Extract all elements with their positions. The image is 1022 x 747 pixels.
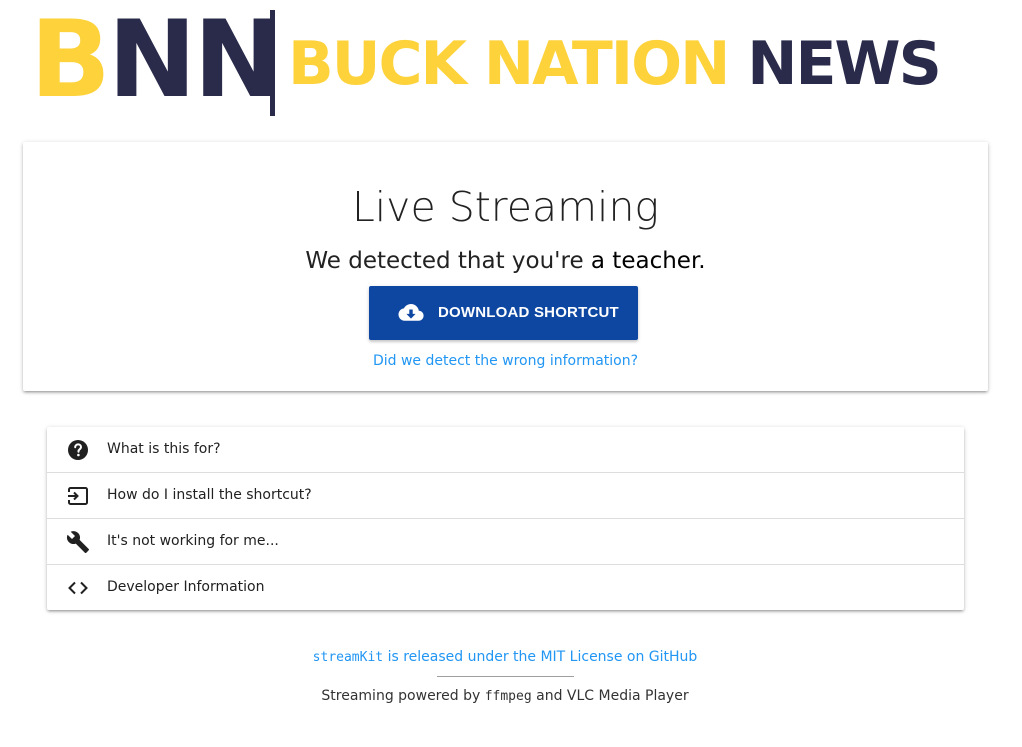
page-title: Live Streaming [351, 183, 660, 231]
faq-item-install-shortcut[interactable]: How do I install the shortcut? [47, 473, 964, 519]
faq-list: What is this for? How do I install the s… [47, 427, 964, 610]
faq-item-label: How do I install the shortcut? [107, 487, 312, 503]
license-text: is released under the MIT License on Git… [383, 649, 698, 665]
faq-item-label: What is this for? [107, 441, 221, 457]
project-name: streamKit [312, 650, 384, 665]
faq-item-developer-info[interactable]: Developer Information [47, 565, 964, 610]
faq-item-label: It's not working for me... [107, 533, 279, 549]
detection-message: We detected that you're a teacher. [23, 246, 988, 276]
detected-role: a teacher. [590, 248, 706, 274]
cloud-download-icon [398, 302, 424, 324]
wrong-info-link[interactable]: Did we detect the wrong information? [23, 351, 988, 371]
powered-prefix: Streaming powered by [321, 688, 485, 704]
logo-initials: BNN [30, 7, 282, 113]
faq-item-what-is-this-for[interactable]: What is this for? [47, 427, 964, 473]
download-shortcut-label: DOWNLOAD SHORTCUT [438, 304, 619, 321]
powered-by-text: Streaming powered by ffmpeg and VLC Medi… [0, 686, 1010, 707]
code-brackets-icon [66, 576, 90, 600]
powered-tool: ffmpeg [484, 689, 532, 704]
license-link[interactable]: streamKit is released under the MIT Lice… [0, 647, 1010, 668]
logo-initial-nn: NN [107, 0, 282, 121]
input-arrow-icon [66, 484, 90, 508]
download-shortcut-button[interactable]: DOWNLOAD SHORTCUT [369, 286, 638, 340]
logo-word-news: NEWS [747, 29, 942, 99]
footer-divider [437, 676, 574, 677]
faq-item-not-working[interactable]: It's not working for me... [47, 519, 964, 565]
powered-suffix: and VLC Media Player [531, 688, 689, 704]
logo-word-buck-nation: BUCK NATION [288, 29, 730, 99]
detection-prefix: We detected that you're [305, 248, 584, 274]
logo-initial-b: B [30, 0, 111, 121]
help-circle-icon [66, 438, 90, 462]
logo-wordmark: BUCK NATION NEWS [288, 29, 942, 99]
site-logo: BNN BUCK NATION NEWS [30, 7, 990, 118]
logo-divider [270, 10, 275, 116]
wrench-icon [66, 530, 90, 554]
faq-item-label: Developer Information [107, 579, 265, 595]
live-streaming-card: Live Streaming We detected that you're a… [23, 142, 988, 391]
